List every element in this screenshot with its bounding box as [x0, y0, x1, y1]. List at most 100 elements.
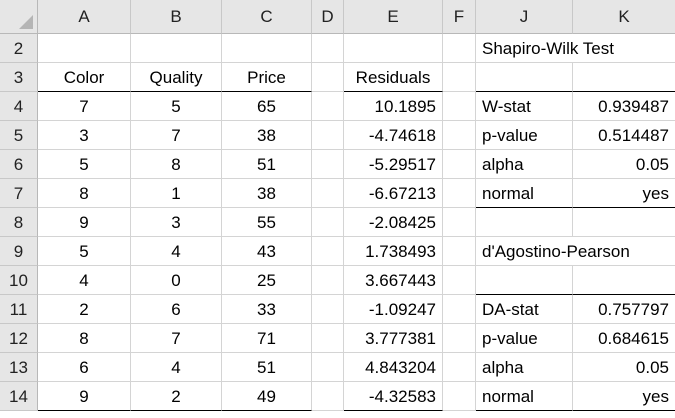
color-cell[interactable]: 3 — [38, 121, 131, 150]
cell-b2[interactable] — [131, 34, 222, 63]
cell-d7[interactable] — [312, 179, 344, 208]
da-normal-value[interactable]: yes — [573, 382, 675, 411]
cell-e2[interactable] — [344, 34, 443, 63]
price-cell[interactable]: 38 — [222, 179, 312, 208]
column-header-k[interactable]: K — [573, 0, 675, 34]
cell-j10[interactable] — [476, 266, 573, 295]
quality-cell[interactable]: 0 — [131, 266, 222, 295]
da-stat-value[interactable]: 0.757797 — [573, 295, 675, 324]
row-header-4[interactable]: 4 — [0, 92, 38, 121]
residual-cell[interactable]: -4.74618 — [344, 121, 443, 150]
cell-k8[interactable] — [573, 208, 675, 237]
quality-cell[interactable]: 3 — [131, 208, 222, 237]
cell-d4[interactable] — [312, 92, 344, 121]
color-cell[interactable]: 8 — [38, 324, 131, 353]
row-header-10[interactable]: 10 — [0, 266, 38, 295]
price-cell[interactable]: 71 — [222, 324, 312, 353]
cell-f14[interactable] — [443, 382, 476, 411]
color-cell[interactable]: 8 — [38, 179, 131, 208]
sw-title-cell[interactable]: Shapiro-Wilk Test — [476, 34, 675, 63]
cell-f11[interactable] — [443, 295, 476, 324]
color-cell[interactable]: 2 — [38, 295, 131, 324]
column-header-e[interactable]: E — [344, 0, 443, 34]
row-header-14[interactable]: 14 — [0, 382, 38, 411]
residual-cell[interactable]: -4.32583 — [344, 382, 443, 411]
color-cell[interactable]: 9 — [38, 208, 131, 237]
residual-cell[interactable]: -2.08425 — [344, 208, 443, 237]
price-cell[interactable]: 51 — [222, 353, 312, 382]
color-cell[interactable]: 9 — [38, 382, 131, 411]
w-stat-value[interactable]: 0.939487 — [573, 92, 675, 121]
price-cell[interactable]: 49 — [222, 382, 312, 411]
cell-f8[interactable] — [443, 208, 476, 237]
color-cell[interactable]: 5 — [38, 150, 131, 179]
price-cell[interactable]: 65 — [222, 92, 312, 121]
price-cell[interactable]: 51 — [222, 150, 312, 179]
header-quality-cell[interactable]: Quality — [131, 63, 222, 92]
residual-cell[interactable]: 3.777381 — [344, 324, 443, 353]
price-cell[interactable]: 25 — [222, 266, 312, 295]
cell-f12[interactable] — [443, 324, 476, 353]
cell-d12[interactable] — [312, 324, 344, 353]
cell-c2[interactable] — [222, 34, 312, 63]
da-p-value-label[interactable]: p-value — [476, 324, 573, 353]
cell-k3[interactable] — [573, 63, 675, 92]
cell-d9[interactable] — [312, 237, 344, 266]
color-cell[interactable]: 6 — [38, 353, 131, 382]
cell-f2[interactable] — [443, 34, 476, 63]
row-header-13[interactable]: 13 — [0, 353, 38, 382]
cell-d5[interactable] — [312, 121, 344, 150]
residual-cell[interactable]: 3.667443 — [344, 266, 443, 295]
color-cell[interactable]: 5 — [38, 237, 131, 266]
quality-cell[interactable]: 5 — [131, 92, 222, 121]
quality-cell[interactable]: 2 — [131, 382, 222, 411]
sw-alpha-value[interactable]: 0.05 — [573, 150, 675, 179]
da-normal-label[interactable]: normal — [476, 382, 573, 411]
column-header-f[interactable]: F — [443, 0, 476, 34]
cell-d2[interactable] — [312, 34, 344, 63]
price-cell[interactable]: 33 — [222, 295, 312, 324]
column-header-c[interactable]: C — [222, 0, 312, 34]
column-header-j[interactable]: J — [476, 0, 573, 34]
cell-f4[interactable] — [443, 92, 476, 121]
residual-cell[interactable]: 10.1895 — [344, 92, 443, 121]
cell-k10[interactable] — [573, 266, 675, 295]
cell-a2[interactable] — [38, 34, 131, 63]
sw-alpha-label[interactable]: alpha — [476, 150, 573, 179]
residual-cell[interactable]: 1.738493 — [344, 237, 443, 266]
cell-f10[interactable] — [443, 266, 476, 295]
w-stat-label[interactable]: W-stat — [476, 92, 573, 121]
color-cell[interactable]: 4 — [38, 266, 131, 295]
select-all-corner[interactable] — [0, 0, 38, 34]
residual-cell[interactable]: -6.67213 — [344, 179, 443, 208]
row-header-7[interactable]: 7 — [0, 179, 38, 208]
cell-j3[interactable] — [476, 63, 573, 92]
quality-cell[interactable]: 8 — [131, 150, 222, 179]
quality-cell[interactable]: 7 — [131, 324, 222, 353]
row-header-12[interactable]: 12 — [0, 324, 38, 353]
sw-normal-value[interactable]: yes — [573, 179, 675, 208]
cell-d6[interactable] — [312, 150, 344, 179]
header-color-cell[interactable]: Color — [38, 63, 131, 92]
cell-d10[interactable] — [312, 266, 344, 295]
da-p-value[interactable]: 0.684615 — [573, 324, 675, 353]
cell-f6[interactable] — [443, 150, 476, 179]
quality-cell[interactable]: 1 — [131, 179, 222, 208]
residual-cell[interactable]: -5.29517 — [344, 150, 443, 179]
row-header-2[interactable]: 2 — [0, 34, 38, 63]
da-alpha-label[interactable]: alpha — [476, 353, 573, 382]
row-header-11[interactable]: 11 — [0, 295, 38, 324]
row-header-3[interactable]: 3 — [0, 63, 38, 92]
cell-j8[interactable] — [476, 208, 573, 237]
quality-cell[interactable]: 7 — [131, 121, 222, 150]
cell-d8[interactable] — [312, 208, 344, 237]
cell-d3[interactable] — [312, 63, 344, 92]
header-residuals-cell[interactable]: Residuals — [344, 63, 443, 92]
row-header-6[interactable]: 6 — [0, 150, 38, 179]
cell-f9[interactable] — [443, 237, 476, 266]
price-cell[interactable]: 55 — [222, 208, 312, 237]
residual-cell[interactable]: 4.843204 — [344, 353, 443, 382]
da-alpha-value[interactable]: 0.05 — [573, 353, 675, 382]
column-header-b[interactable]: B — [131, 0, 222, 34]
sw-normal-label[interactable]: normal — [476, 179, 573, 208]
